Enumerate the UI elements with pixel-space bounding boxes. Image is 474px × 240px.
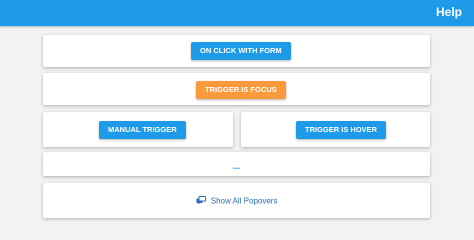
show-all-popovers-link[interactable]: Show All Popovers	[43, 196, 430, 206]
popovers-icon	[196, 196, 206, 206]
card-manual-trigger: MANUAL TRIGGER	[43, 112, 233, 147]
help-link[interactable]: Help	[436, 5, 462, 19]
card-trigger-focus: TRIGGER IS FOCUS	[43, 73, 430, 105]
trigger-is-hover-button[interactable]: TRIGGER IS HOVER	[296, 121, 387, 139]
show-all-popovers-label: Show All Popovers	[210, 196, 278, 206]
on-click-with-form-button[interactable]: ON CLICK WITH FORM	[191, 42, 291, 60]
card-more: ...	[43, 152, 430, 176]
card-show-all: Show All Popovers	[43, 183, 430, 218]
manual-trigger-button[interactable]: MANUAL TRIGGER	[99, 121, 186, 139]
card-click-form: ON CLICK WITH FORM	[43, 35, 430, 67]
card-trigger-hover: TRIGGER IS HOVER	[241, 112, 430, 147]
trigger-is-focus-button[interactable]: TRIGGER IS FOCUS	[196, 81, 286, 99]
top-app-bar: Help	[0, 0, 474, 26]
more-link[interactable]: ...	[43, 161, 430, 171]
